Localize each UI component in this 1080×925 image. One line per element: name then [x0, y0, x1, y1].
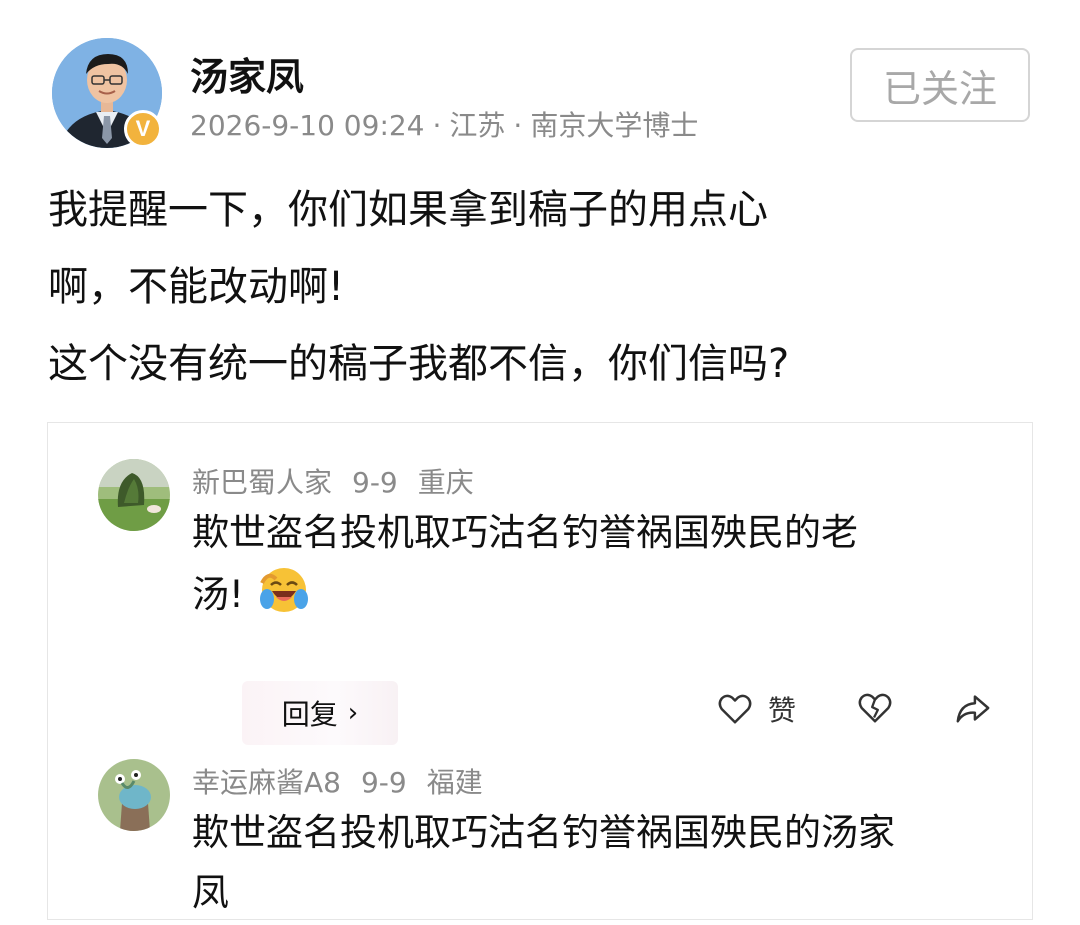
comment-meta: 新巴蜀人家 9-9 重庆 — [192, 461, 494, 501]
post-content: 我提醒一下，你们如果拿到稿子的用点心 啊，不能改动啊! 这个没有统一的稿子我都不… — [48, 172, 1038, 403]
comment-item: 幸运麻酱A8 9-9 福建 欺世盗名投机取巧沽名钓誉祸国殃民的汤家 凤 — [98, 759, 998, 914]
like-button[interactable]: 赞 — [716, 689, 796, 729]
verified-badge-icon: V — [124, 110, 162, 148]
follow-button[interactable]: 已关注 — [850, 48, 1030, 122]
comment-text-line: 欺世盗名投机取巧沽名钓誉祸国殃民的老 — [192, 511, 858, 554]
comments-section: 新巴蜀人家 9-9 重庆 欺世盗名投机取巧沽名钓誉祸国殃民的老 汤! 回复 › — [47, 422, 1033, 920]
dislike-button[interactable] — [856, 689, 894, 727]
comment-date: 9-9 — [352, 466, 398, 499]
post-meta: 2026-9-10 09:24 · 江苏 · 南京大学博士 — [190, 104, 698, 144]
comment-text-line-wrap: 汤! — [192, 563, 982, 625]
like-label: 赞 — [768, 694, 797, 727]
commenter-avatar[interactable] — [98, 459, 170, 531]
comment-text-line: 欺世盗名投机取巧沽名钓誉祸国殃民的汤家 — [192, 811, 895, 854]
meta-separator: · — [432, 109, 442, 142]
comment-text-line: 凤 — [192, 871, 229, 914]
post-location: 江苏 — [449, 109, 506, 142]
post-date: 2026-9-10 09:24 — [190, 109, 425, 142]
reply-button[interactable]: 回复 › — [242, 681, 398, 745]
commenter-avatar[interactable] — [98, 759, 170, 831]
post-content-line: 我提醒一下，你们如果拿到稿子的用点心 — [48, 187, 768, 233]
author-name[interactable]: 汤家凤 — [190, 46, 304, 101]
post-content-line: 啊，不能改动啊! — [48, 264, 345, 310]
comment-location: 福建 — [426, 766, 483, 799]
author-title: 南京大学博士 — [530, 109, 699, 142]
share-arrow-icon — [956, 695, 990, 723]
comment-meta: 幸运麻酱A8 9-9 福建 — [192, 761, 503, 801]
comment-location: 重庆 — [417, 466, 474, 499]
meta-separator: · — [513, 109, 523, 142]
comment-text: 欺世盗名投机取巧沽名钓誉祸国殃民的老 汤! — [192, 503, 982, 625]
broken-heart-icon — [858, 693, 892, 723]
comment-text-line: 汤! — [192, 573, 244, 616]
commenter-name[interactable]: 新巴蜀人家 — [192, 466, 332, 499]
post-header: V 汤家凤 2026-9-10 09:24 · 江苏 · 南京大学博士 已关注 — [52, 38, 1032, 150]
heart-icon — [718, 694, 752, 724]
reply-label: 回复 — [281, 698, 338, 731]
commenter-name[interactable]: 幸运麻酱A8 — [192, 766, 341, 799]
laughing-crying-emoji — [259, 568, 308, 612]
post-content-line: 这个没有统一的稿子我都不信，你们信吗? — [48, 341, 790, 387]
comment-date: 9-9 — [360, 766, 407, 799]
share-button[interactable] — [954, 689, 992, 727]
chevron-right-icon: › — [347, 698, 359, 728]
comment-item: 新巴蜀人家 9-9 重庆 欺世盗名投机取巧沽名钓誉祸国殃民的老 汤! 回复 › — [98, 459, 998, 759]
comment-text: 欺世盗名投机取巧沽名钓誉祸国殃民的汤家 凤 — [192, 803, 982, 923]
